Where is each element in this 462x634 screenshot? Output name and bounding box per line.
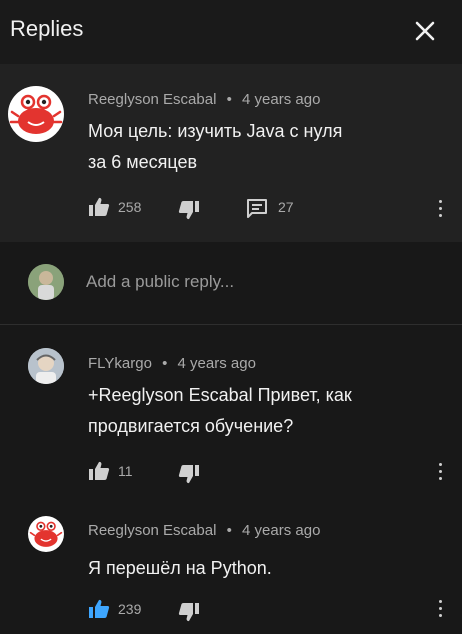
like-count: 239 [118,601,142,617]
meta-separator: • [226,522,232,539]
like-button-active[interactable] [88,599,110,619]
like-button[interactable] [88,461,110,481]
avatar[interactable] [28,516,64,552]
reply-author[interactable]: Reeglyson Escabal [88,522,216,539]
reply-text: Я перешёл на Python. [88,558,272,578]
more-options-icon[interactable] [437,463,443,483]
thumbs-up-filled-icon [89,599,110,618]
comment-author[interactable]: Reeglyson Escabal [88,91,216,108]
reply-text-rest: Привет, как [252,385,352,405]
like-count: 258 [118,199,142,215]
thumbs-down-icon [178,465,199,484]
add-reply-bar: Add a public reply... [0,242,462,325]
dislike-button[interactable] [178,464,200,484]
more-options-icon[interactable] [437,600,443,620]
reply-input[interactable]: Add a public reply... [86,272,386,296]
meta-separator: • [162,355,168,372]
reply-count: 27 [278,199,294,215]
reply-meta: Reeglyson Escabal • 4 years ago [88,522,320,539]
mention-link[interactable]: +Reeglyson Escabal [88,385,253,405]
dislike-button[interactable] [178,602,200,622]
thumbs-down-icon [178,201,199,220]
page-title: Replies [10,16,84,41]
user-avatar [28,264,64,300]
reply-meta: FLYkargo • 4 years ago [88,355,256,372]
avatar[interactable] [28,348,64,384]
reply-age: 4 years ago [177,355,256,372]
close-icon [415,21,435,41]
reply-text: +Reeglyson Escabal Привет, как продвигае… [88,380,352,442]
avatar[interactable] [8,86,64,142]
user-photo-icon [28,348,64,384]
close-button[interactable] [410,16,440,46]
thumbs-up-icon [89,461,110,480]
comment-meta: Reeglyson Escabal • 4 years ago [88,91,320,108]
meta-separator: • [226,91,232,108]
replies-header: Replies [0,0,462,64]
comment-text-line: за 6 месяцев [88,152,198,172]
more-options-icon[interactable] [437,200,443,220]
thumbs-down-icon [178,603,199,622]
comment-text-line: Моя цель: изучить Java с нуля [88,121,343,141]
comment-icon [247,199,267,218]
user-photo-icon [28,264,64,300]
reply-text-line: продвигается обучение? [88,416,294,436]
crab-avatar-icon [9,94,63,134]
comment-text: Моя цель: изучить Java с нуля за 6 месяц… [88,116,342,178]
reply-count-button[interactable] [246,198,268,220]
dislike-button[interactable] [178,200,200,220]
reply-age: 4 years ago [242,522,321,539]
top-comment: Reeglyson Escabal • 4 years ago Моя цель… [0,64,462,242]
thumbs-up-icon [89,197,110,216]
comment-age: 4 years ago [242,91,321,108]
like-count: 11 [118,463,133,479]
crab-avatar-icon [29,521,63,547]
reply-text-line: +Reeglyson Escabal Привет, как [88,380,352,411]
reply-author[interactable]: FLYkargo [88,355,152,372]
like-button[interactable] [88,197,110,217]
